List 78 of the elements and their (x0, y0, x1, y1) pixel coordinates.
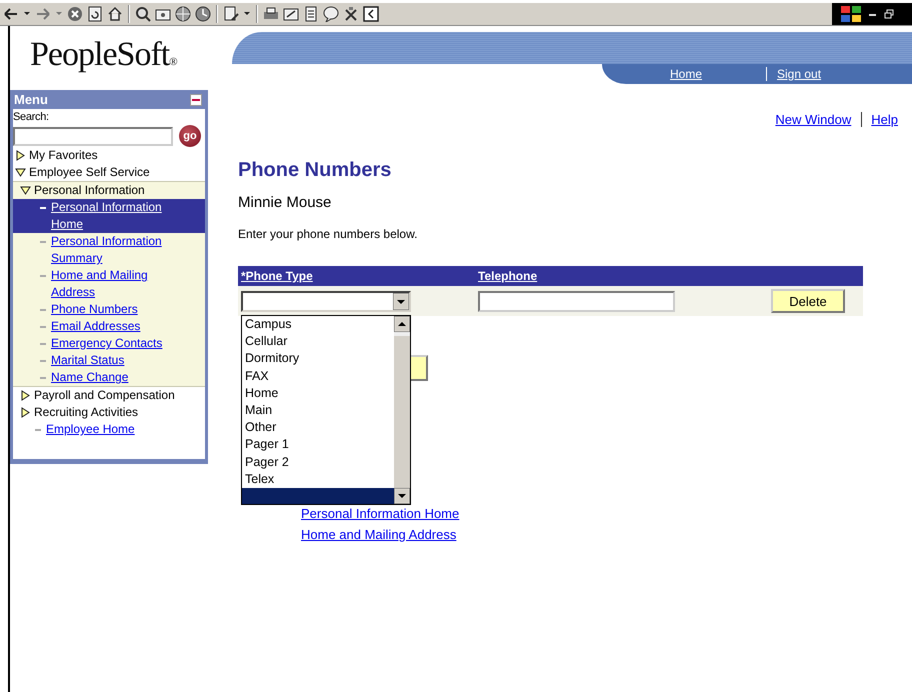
printer-icon[interactable] (263, 6, 279, 22)
header-link[interactable]: Help (861, 112, 898, 127)
dropdown-option[interactable]: Home (242, 384, 394, 402)
menu-link[interactable]: Personal Information Summary (51, 233, 191, 267)
expanded-triangle-icon[interactable] (15, 167, 26, 178)
collapsed-triangle-icon[interactable] (15, 150, 26, 161)
expanded-triangle-icon[interactable] (20, 185, 31, 196)
page-title: Phone Numbers (238, 159, 392, 182)
dropdown-option[interactable]: Dormitory (242, 350, 394, 368)
nav-link[interactable]: Sign out (766, 67, 822, 81)
bullet-dash-icon (40, 343, 46, 345)
instructions-text: Enter your phone numbers below. (238, 227, 418, 241)
column-header-link[interactable]: *Phone Type (238, 269, 475, 283)
menu-link[interactable]: Employee Home (46, 421, 186, 438)
dropdown-option[interactable]: Cellular (242, 333, 394, 350)
bullet-dash-icon (40, 241, 46, 243)
search-label: Search: (13, 110, 50, 125)
dropdown-arrow-icon[interactable] (393, 292, 409, 310)
clock-icon[interactable] (195, 6, 211, 22)
dropdown-option[interactable]: Telex (242, 470, 394, 488)
collapsed-triangle-icon[interactable] (20, 407, 31, 418)
dropdown-option[interactable]: Main (242, 402, 394, 420)
collapsed-triangle-icon[interactable] (20, 390, 31, 401)
menu-link[interactable]: Home and Mailing Address (51, 267, 191, 301)
delete-button[interactable]: Delete (771, 289, 845, 313)
dropdown-option[interactable]: Pager 1 (242, 436, 394, 454)
home-icon[interactable] (107, 6, 123, 22)
dropdown-option[interactable]: Campus (242, 316, 394, 334)
dropdown-option[interactable]: Other (242, 419, 394, 436)
go-button[interactable]: go (179, 125, 201, 147)
speech-bubble-icon[interactable] (323, 6, 339, 22)
header-link[interactable]: New Window (775, 112, 852, 127)
menu-folder[interactable]: Personal Information (34, 182, 145, 199)
bullet-dash-icon (40, 326, 46, 328)
scroll-up-icon[interactable] (394, 316, 410, 332)
bullet-dash-icon (40, 377, 46, 379)
globe-icon[interactable] (175, 6, 191, 22)
window-icon[interactable] (363, 6, 379, 22)
scroll-down-icon[interactable] (394, 488, 410, 504)
menu-link[interactable]: Personal Information Home (51, 199, 191, 233)
bullet-dash-icon (35, 429, 41, 431)
stop-icon[interactable] (67, 6, 83, 22)
menu-link[interactable]: Name Change (51, 369, 191, 386)
collapse-icon[interactable] (190, 94, 202, 106)
telephone-field[interactable] (478, 290, 675, 312)
dropdown-option[interactable]: Pager 2 (242, 454, 394, 471)
bullet-dash-icon (40, 360, 46, 362)
page-icon[interactable] (303, 6, 319, 22)
refresh-icon[interactable] (87, 6, 103, 22)
page-link[interactable]: Home and Mailing Address (301, 527, 912, 542)
blank-option[interactable] (242, 488, 394, 504)
bullet-dash-icon (40, 207, 46, 209)
menu-title: Menu (14, 92, 48, 107)
menu-link[interactable]: Marital Status (51, 352, 191, 369)
phone-type-dropdown[interactable] (241, 290, 411, 312)
menu-folder[interactable]: Payroll and Compensation (34, 387, 175, 404)
document-edit-icon[interactable] (223, 6, 239, 22)
column-header-link[interactable]: Telephone (475, 269, 538, 283)
back-arrow-icon[interactable] (3, 6, 19, 22)
windows-logo-icon[interactable] (840, 5, 862, 23)
bullet-dash-icon (40, 275, 46, 277)
nav-link[interactable]: Home (670, 67, 702, 81)
person-name: Minnie Mouse (238, 194, 332, 211)
search-icon[interactable] (135, 6, 151, 22)
menu-folder[interactable]: My Favorites (29, 147, 98, 164)
menu-folder[interactable]: Employee Self Service (29, 164, 150, 181)
edit-icon[interactable] (283, 6, 299, 22)
scrollbar[interactable] (394, 316, 410, 504)
search-field[interactable] (13, 126, 173, 146)
menu-link[interactable]: Emergency Contacts (51, 335, 191, 352)
restore-icon[interactable] (884, 9, 894, 19)
bullet-dash-icon (40, 309, 46, 311)
tools-icon[interactable] (343, 6, 359, 22)
menu-link[interactable]: Email Addresses (51, 318, 191, 335)
menu-link[interactable]: Phone Numbers (51, 301, 191, 318)
page-link[interactable]: Personal Information Home (301, 506, 912, 521)
dropdown-option[interactable]: FAX (242, 368, 394, 385)
menu-folder[interactable]: Recruiting Activities (34, 404, 138, 421)
